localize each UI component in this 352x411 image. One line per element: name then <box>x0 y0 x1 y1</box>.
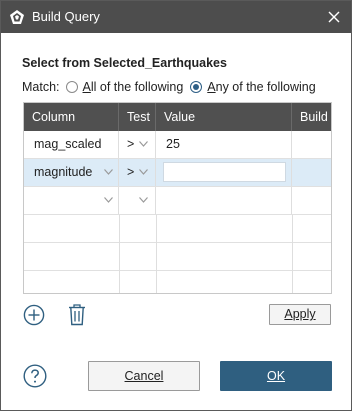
value-cell[interactable] <box>156 159 292 186</box>
value-cell[interactable]: 25 <box>156 131 292 158</box>
build-cell[interactable] <box>292 187 331 214</box>
chevron-down-icon[interactable] <box>139 141 148 147</box>
table-row[interactable]: magnitude > <box>24 159 331 187</box>
table-row[interactable] <box>24 187 331 215</box>
empty-row <box>24 243 331 271</box>
radio-label-any: Any of the following <box>207 80 316 94</box>
grid-header: Column Test Value Build <box>24 103 331 131</box>
header-value: Value <box>156 103 292 131</box>
radio-all-of-the-following[interactable]: All of the following <box>65 80 184 94</box>
test-select[interactable]: > <box>119 131 156 158</box>
query-grid: Column Test Value Build mag_scaled > 25 … <box>23 102 332 294</box>
match-row: Match: All of the following Any of the f… <box>22 79 323 95</box>
cancel-label: Cancel <box>124 369 164 383</box>
value-cell[interactable] <box>156 187 292 214</box>
ok-label: OK <box>266 369 286 383</box>
header-build: Build <box>300 110 328 124</box>
header-column: Column <box>24 103 119 131</box>
value-input[interactable] <box>163 162 286 182</box>
column-divider <box>156 215 157 293</box>
help-icon[interactable] <box>23 364 47 388</box>
apply-button[interactable]: Apply <box>269 304 331 325</box>
radio-any-of-the-following[interactable]: Any of the following <box>190 80 316 94</box>
column-select[interactable]: magnitude <box>24 159 119 186</box>
build-query-dialog: Build Query Select from Selected_Earthqu… <box>0 0 352 411</box>
app-logo-icon <box>10 10 24 24</box>
radio-circle-all[interactable] <box>65 81 78 93</box>
build-cell[interactable] <box>292 131 331 158</box>
ok-button[interactable]: OK <box>220 361 332 391</box>
chevron-down-icon[interactable] <box>139 197 148 203</box>
empty-row <box>24 215 331 243</box>
section-title: Select from Selected_Earthquakes <box>22 56 227 70</box>
match-label: Match: <box>22 80 60 94</box>
trash-icon[interactable] <box>67 303 87 327</box>
test-select[interactable] <box>119 187 156 214</box>
title-bar: Build Query <box>1 1 351 33</box>
radio-circle-any[interactable] <box>190 81 203 93</box>
add-circle-icon[interactable] <box>23 304 45 326</box>
header-test: Test <box>119 103 156 131</box>
empty-row <box>24 271 331 293</box>
chevron-down-icon[interactable] <box>104 197 113 203</box>
apply-label: Apply <box>284 307 316 321</box>
window-title: Build Query <box>32 9 100 24</box>
column-select[interactable] <box>24 187 119 214</box>
radio-label-all: All of the following <box>82 80 184 94</box>
close-icon[interactable] <box>323 7 345 27</box>
column-divider <box>292 215 293 293</box>
build-cell[interactable] <box>292 159 331 186</box>
cancel-button[interactable]: Cancel <box>88 361 200 391</box>
chevron-down-icon[interactable] <box>104 169 113 175</box>
column-select[interactable]: mag_scaled <box>24 131 119 158</box>
chevron-down-icon[interactable] <box>139 169 148 175</box>
column-divider <box>119 215 120 293</box>
test-select[interactable]: > <box>119 159 156 186</box>
table-row[interactable]: mag_scaled > 25 <box>24 131 331 159</box>
